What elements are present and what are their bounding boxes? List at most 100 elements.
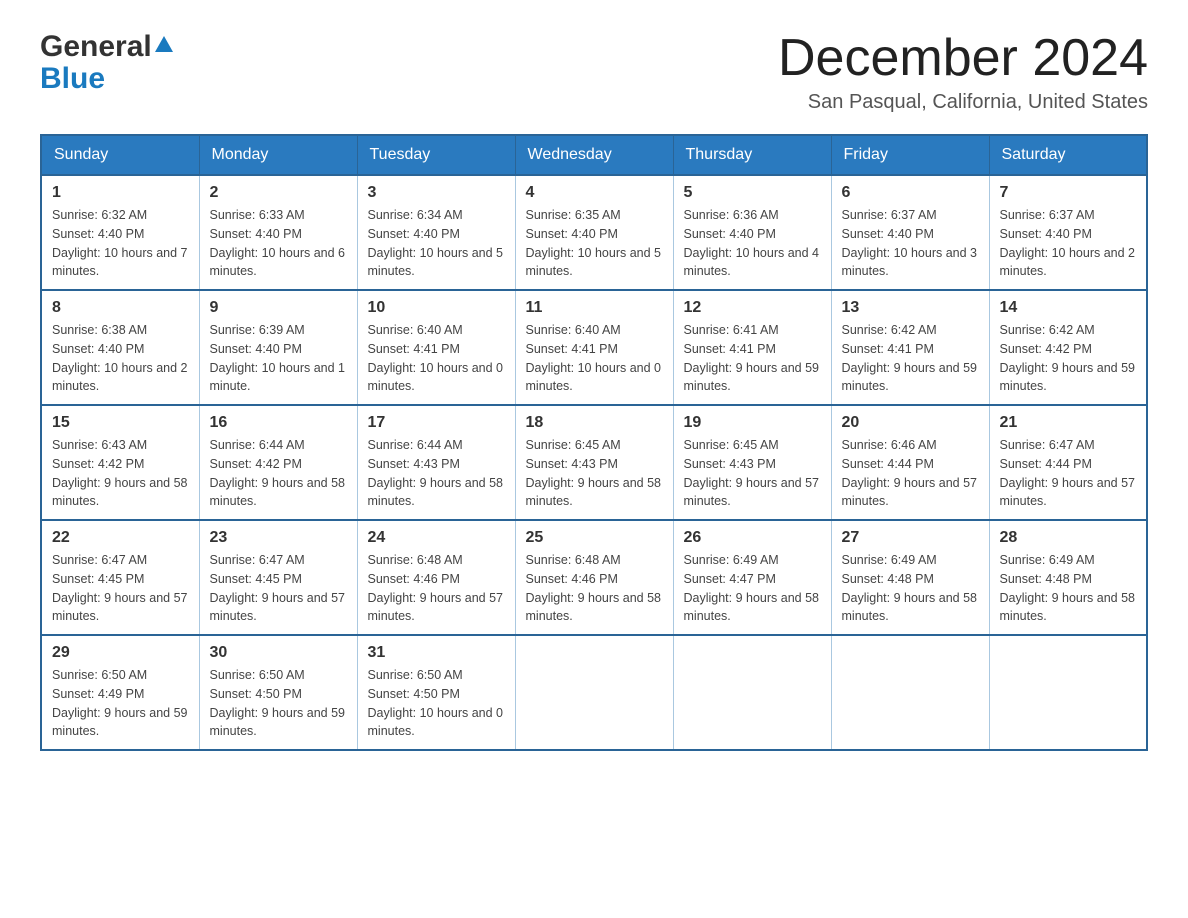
calendar-week-row: 8 Sunrise: 6:38 AMSunset: 4:40 PMDayligh…	[41, 290, 1147, 405]
day-number: 19	[684, 414, 821, 432]
day-info: Sunrise: 6:49 AMSunset: 4:48 PMDaylight:…	[1000, 553, 1136, 623]
calendar-table: Sunday Monday Tuesday Wednesday Thursday…	[40, 134, 1148, 751]
day-number: 16	[210, 414, 347, 432]
table-row: 3 Sunrise: 6:34 AMSunset: 4:40 PMDayligh…	[357, 175, 515, 290]
table-row: 19 Sunrise: 6:45 AMSunset: 4:43 PMDaylig…	[673, 405, 831, 520]
table-row: 9 Sunrise: 6:39 AMSunset: 4:40 PMDayligh…	[199, 290, 357, 405]
table-row: 8 Sunrise: 6:38 AMSunset: 4:40 PMDayligh…	[41, 290, 199, 405]
table-row: 7 Sunrise: 6:37 AMSunset: 4:40 PMDayligh…	[989, 175, 1147, 290]
calendar-header-row: Sunday Monday Tuesday Wednesday Thursday…	[41, 135, 1147, 175]
day-info: Sunrise: 6:35 AMSunset: 4:40 PMDaylight:…	[526, 208, 662, 278]
table-row: 30 Sunrise: 6:50 AMSunset: 4:50 PMDaylig…	[199, 635, 357, 750]
table-row: 11 Sunrise: 6:40 AMSunset: 4:41 PMDaylig…	[515, 290, 673, 405]
table-row: 15 Sunrise: 6:43 AMSunset: 4:42 PMDaylig…	[41, 405, 199, 520]
day-number: 29	[52, 644, 189, 662]
day-number: 1	[52, 184, 189, 202]
calendar-week-row: 15 Sunrise: 6:43 AMSunset: 4:42 PMDaylig…	[41, 405, 1147, 520]
table-row: 2 Sunrise: 6:33 AMSunset: 4:40 PMDayligh…	[199, 175, 357, 290]
table-row: 18 Sunrise: 6:45 AMSunset: 4:43 PMDaylig…	[515, 405, 673, 520]
day-number: 7	[1000, 184, 1137, 202]
day-number: 27	[842, 529, 979, 547]
logo: General Blue	[40, 30, 173, 96]
day-number: 4	[526, 184, 663, 202]
calendar-week-row: 29 Sunrise: 6:50 AMSunset: 4:49 PMDaylig…	[41, 635, 1147, 750]
title-section: December 2024 San Pasqual, California, U…	[778, 30, 1148, 114]
table-row: 24 Sunrise: 6:48 AMSunset: 4:46 PMDaylig…	[357, 520, 515, 635]
day-info: Sunrise: 6:44 AMSunset: 4:42 PMDaylight:…	[210, 438, 346, 508]
table-row: 29 Sunrise: 6:50 AMSunset: 4:49 PMDaylig…	[41, 635, 199, 750]
day-number: 14	[1000, 299, 1137, 317]
day-info: Sunrise: 6:44 AMSunset: 4:43 PMDaylight:…	[368, 438, 504, 508]
day-number: 12	[684, 299, 821, 317]
day-number: 26	[684, 529, 821, 547]
table-row	[515, 635, 673, 750]
day-info: Sunrise: 6:42 AMSunset: 4:41 PMDaylight:…	[842, 323, 978, 393]
day-number: 6	[842, 184, 979, 202]
day-number: 23	[210, 529, 347, 547]
day-number: 2	[210, 184, 347, 202]
table-row: 23 Sunrise: 6:47 AMSunset: 4:45 PMDaylig…	[199, 520, 357, 635]
day-info: Sunrise: 6:37 AMSunset: 4:40 PMDaylight:…	[842, 208, 978, 278]
day-number: 22	[52, 529, 189, 547]
day-number: 8	[52, 299, 189, 317]
table-row: 13 Sunrise: 6:42 AMSunset: 4:41 PMDaylig…	[831, 290, 989, 405]
day-info: Sunrise: 6:36 AMSunset: 4:40 PMDaylight:…	[684, 208, 820, 278]
col-wednesday: Wednesday	[515, 135, 673, 175]
location-text: San Pasqual, California, United States	[778, 91, 1148, 114]
day-info: Sunrise: 6:42 AMSunset: 4:42 PMDaylight:…	[1000, 323, 1136, 393]
col-sunday: Sunday	[41, 135, 199, 175]
day-info: Sunrise: 6:39 AMSunset: 4:40 PMDaylight:…	[210, 323, 346, 393]
day-info: Sunrise: 6:38 AMSunset: 4:40 PMDaylight:…	[52, 323, 188, 393]
day-number: 30	[210, 644, 347, 662]
day-info: Sunrise: 6:49 AMSunset: 4:48 PMDaylight:…	[842, 553, 978, 623]
day-info: Sunrise: 6:47 AMSunset: 4:45 PMDaylight:…	[210, 553, 346, 623]
day-info: Sunrise: 6:48 AMSunset: 4:46 PMDaylight:…	[368, 553, 504, 623]
day-number: 10	[368, 299, 505, 317]
day-info: Sunrise: 6:37 AMSunset: 4:40 PMDaylight:…	[1000, 208, 1136, 278]
day-info: Sunrise: 6:45 AMSunset: 4:43 PMDaylight:…	[684, 438, 820, 508]
table-row: 27 Sunrise: 6:49 AMSunset: 4:48 PMDaylig…	[831, 520, 989, 635]
calendar-week-row: 22 Sunrise: 6:47 AMSunset: 4:45 PMDaylig…	[41, 520, 1147, 635]
day-number: 31	[368, 644, 505, 662]
day-info: Sunrise: 6:49 AMSunset: 4:47 PMDaylight:…	[684, 553, 820, 623]
day-info: Sunrise: 6:45 AMSunset: 4:43 PMDaylight:…	[526, 438, 662, 508]
table-row: 20 Sunrise: 6:46 AMSunset: 4:44 PMDaylig…	[831, 405, 989, 520]
day-info: Sunrise: 6:43 AMSunset: 4:42 PMDaylight:…	[52, 438, 188, 508]
table-row: 10 Sunrise: 6:40 AMSunset: 4:41 PMDaylig…	[357, 290, 515, 405]
month-title: December 2024	[778, 30, 1148, 87]
day-info: Sunrise: 6:47 AMSunset: 4:45 PMDaylight:…	[52, 553, 188, 623]
day-info: Sunrise: 6:32 AMSunset: 4:40 PMDaylight:…	[52, 208, 188, 278]
day-number: 28	[1000, 529, 1137, 547]
page-header: General Blue December 2024 San Pasqual, …	[40, 30, 1148, 114]
table-row: 6 Sunrise: 6:37 AMSunset: 4:40 PMDayligh…	[831, 175, 989, 290]
table-row	[831, 635, 989, 750]
logo-blue-text: Blue	[40, 62, 105, 96]
day-number: 5	[684, 184, 821, 202]
calendar-week-row: 1 Sunrise: 6:32 AMSunset: 4:40 PMDayligh…	[41, 175, 1147, 290]
day-number: 15	[52, 414, 189, 432]
table-row: 14 Sunrise: 6:42 AMSunset: 4:42 PMDaylig…	[989, 290, 1147, 405]
day-info: Sunrise: 6:48 AMSunset: 4:46 PMDaylight:…	[526, 553, 662, 623]
table-row	[673, 635, 831, 750]
day-info: Sunrise: 6:34 AMSunset: 4:40 PMDaylight:…	[368, 208, 504, 278]
day-number: 11	[526, 299, 663, 317]
day-info: Sunrise: 6:50 AMSunset: 4:49 PMDaylight:…	[52, 668, 188, 738]
table-row: 5 Sunrise: 6:36 AMSunset: 4:40 PMDayligh…	[673, 175, 831, 290]
table-row: 28 Sunrise: 6:49 AMSunset: 4:48 PMDaylig…	[989, 520, 1147, 635]
day-number: 21	[1000, 414, 1137, 432]
day-info: Sunrise: 6:40 AMSunset: 4:41 PMDaylight:…	[526, 323, 662, 393]
table-row: 31 Sunrise: 6:50 AMSunset: 4:50 PMDaylig…	[357, 635, 515, 750]
day-number: 24	[368, 529, 505, 547]
col-friday: Friday	[831, 135, 989, 175]
table-row: 25 Sunrise: 6:48 AMSunset: 4:46 PMDaylig…	[515, 520, 673, 635]
day-number: 13	[842, 299, 979, 317]
table-row: 4 Sunrise: 6:35 AMSunset: 4:40 PMDayligh…	[515, 175, 673, 290]
day-number: 25	[526, 529, 663, 547]
table-row: 12 Sunrise: 6:41 AMSunset: 4:41 PMDaylig…	[673, 290, 831, 405]
col-saturday: Saturday	[989, 135, 1147, 175]
table-row: 22 Sunrise: 6:47 AMSunset: 4:45 PMDaylig…	[41, 520, 199, 635]
table-row: 21 Sunrise: 6:47 AMSunset: 4:44 PMDaylig…	[989, 405, 1147, 520]
day-info: Sunrise: 6:40 AMSunset: 4:41 PMDaylight:…	[368, 323, 504, 393]
day-info: Sunrise: 6:41 AMSunset: 4:41 PMDaylight:…	[684, 323, 820, 393]
table-row: 26 Sunrise: 6:49 AMSunset: 4:47 PMDaylig…	[673, 520, 831, 635]
